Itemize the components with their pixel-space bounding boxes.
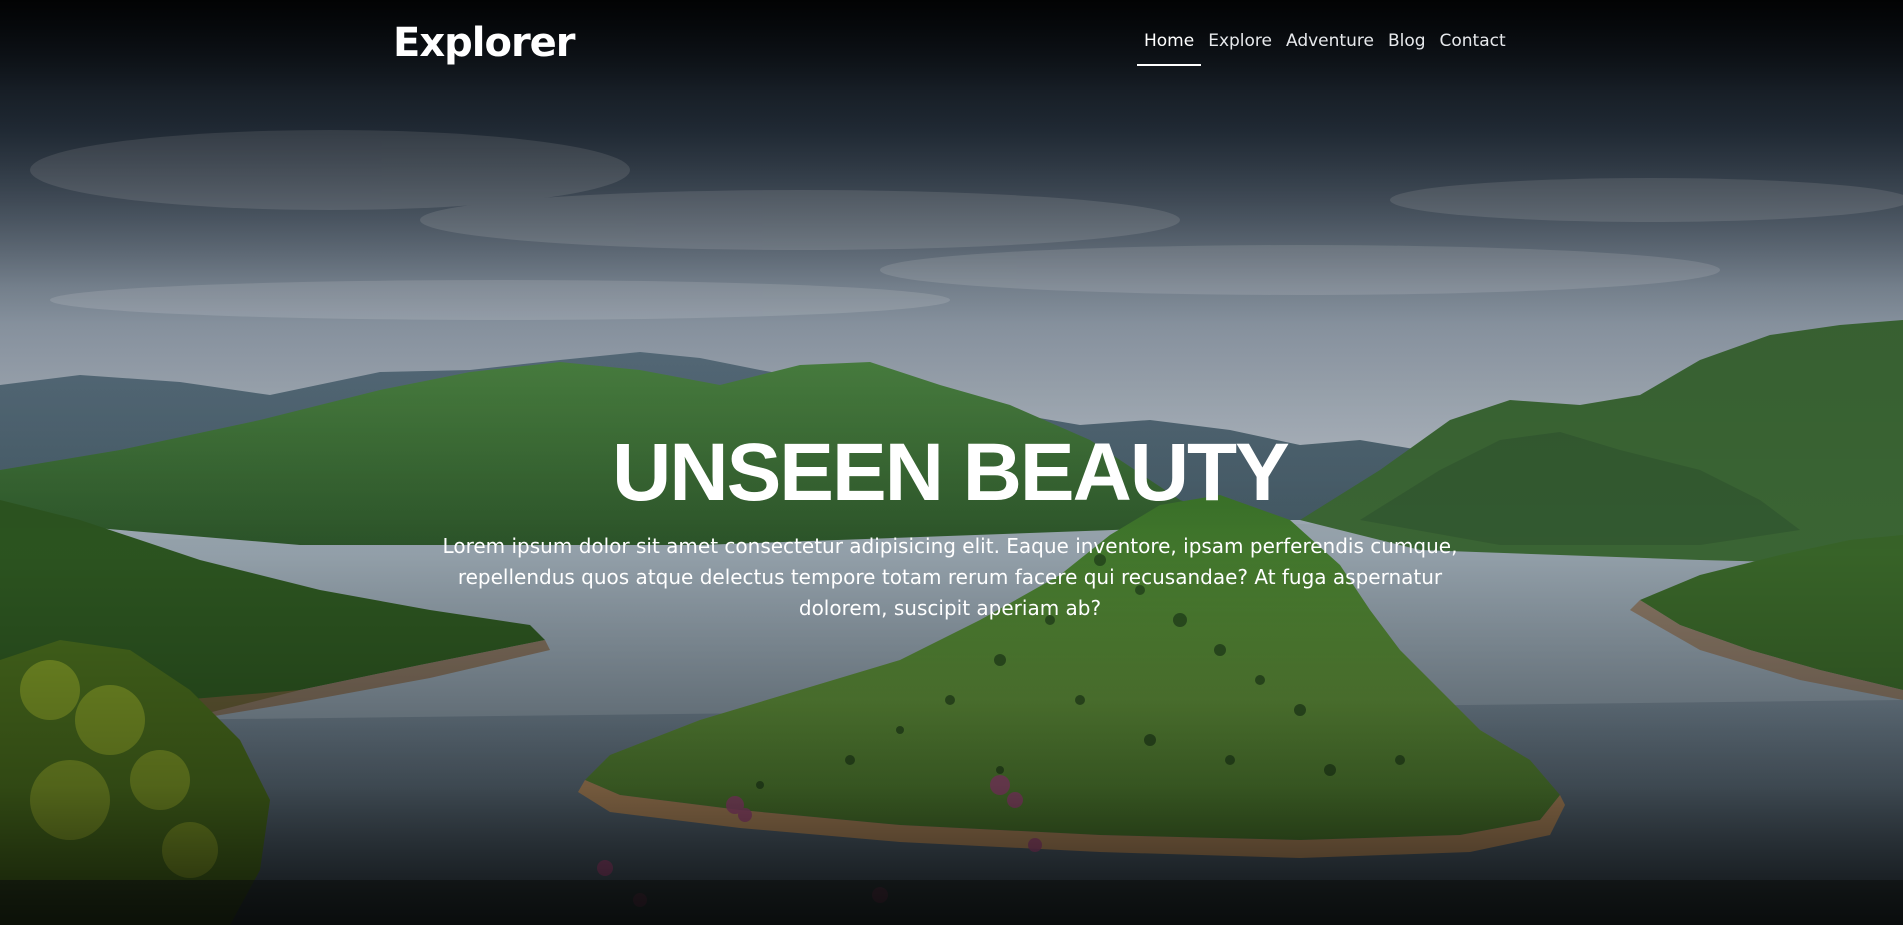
hero-description: Lorem ipsum dolor sit amet consectetur a…	[442, 534, 1458, 620]
hero-title: UNSEEN BEAUTY	[612, 427, 1290, 518]
nav-link-blog[interactable]: Blog	[1381, 28, 1433, 64]
nav-link-adventure[interactable]: Adventure	[1279, 28, 1381, 64]
nav-link-home[interactable]: Home	[1137, 28, 1202, 66]
nav-link-contact[interactable]: Contact	[1433, 28, 1513, 64]
hero-content: UNSEEN BEAUTY Lorem ipsum dolor sit amet…	[400, 425, 1500, 624]
nav-link-explore[interactable]: Explore	[1201, 28, 1279, 64]
brand-logo[interactable]: Explorer	[393, 18, 576, 68]
nav-links: Home Explore Adventure Blog Contact	[1137, 28, 1513, 66]
hero-section: Explorer Home Explore Adventure Blog Con…	[0, 0, 1903, 925]
navbar: Explorer Home Explore Adventure Blog Con…	[0, 0, 1903, 90]
